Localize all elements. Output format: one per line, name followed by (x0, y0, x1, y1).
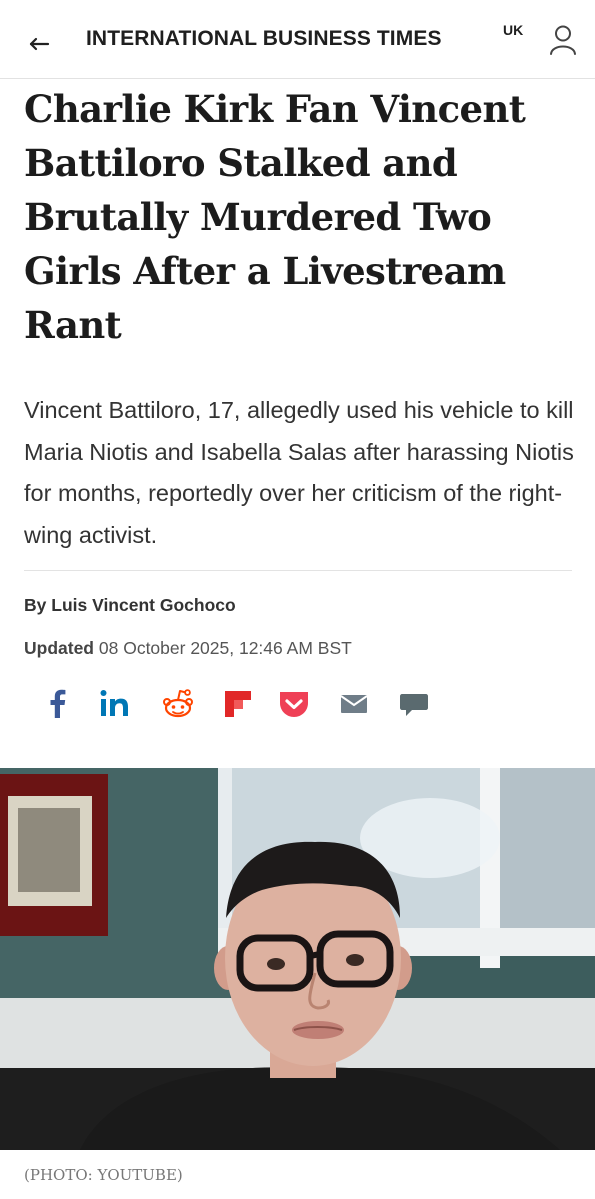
pocket-icon[interactable] (274, 684, 314, 724)
byline: By Luis Vincent Gochoco (24, 595, 236, 616)
byline-prefix: By (24, 595, 47, 615)
email-icon[interactable] (334, 684, 374, 724)
article-photo-image (0, 768, 595, 1150)
linkedin-icon[interactable] (96, 684, 136, 724)
comment-icon[interactable] (394, 684, 434, 724)
edition-badge: UK (503, 22, 524, 38)
site-logo[interactable]: INTERNATIONAL BUSINESS TIMES (86, 27, 442, 51)
site-header: INTERNATIONAL BUSINESS TIMES UK (0, 0, 595, 79)
updated-value: 08 October 2025, 12:46 AM BST (98, 638, 352, 658)
article-photo (0, 768, 595, 1150)
article-standfirst: Vincent Battiloro, 17, allegedly used hi… (24, 397, 574, 548)
back-arrow-icon[interactable] (26, 30, 52, 56)
facebook-icon[interactable] (38, 684, 78, 724)
article-headline: Charlie Kirk Fan Vincent Battiloro Stalk… (24, 87, 526, 347)
user-icon[interactable] (548, 24, 578, 56)
reddit-icon[interactable] (158, 684, 198, 724)
photo-caption: (PHOTO: YOUTUBE) (24, 1166, 183, 1184)
author-link[interactable]: Luis Vincent Gochoco (51, 595, 235, 615)
updated-label: Updated (24, 638, 94, 658)
divider (24, 570, 572, 571)
flipboard-icon[interactable] (218, 684, 258, 724)
updated-timestamp: Updated 08 October 2025, 12:46 AM BST (24, 638, 352, 659)
